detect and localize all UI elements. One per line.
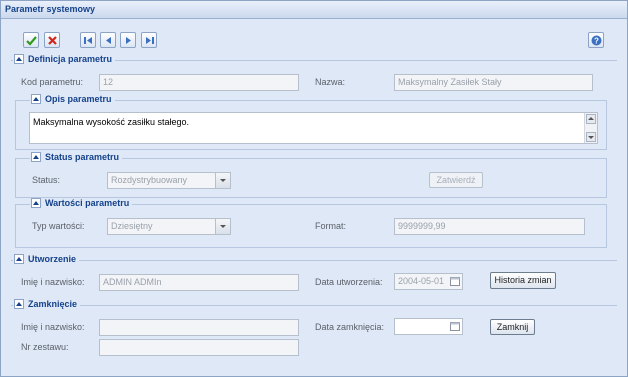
chevron-up-icon <box>16 57 22 61</box>
nazwa-field[interactable]: Maksymalny Zasiłek Stały <box>394 74 593 91</box>
help-icon: ? <box>591 35 602 46</box>
zamknij-button[interactable]: Zamknij <box>490 319 535 335</box>
data-zamkniecia-label: Data zamknięcia: <box>315 322 385 332</box>
format-label: Format: <box>315 221 347 231</box>
definicja-legend: Definicja parametru <box>13 54 116 64</box>
opis-legend: Opis parametru <box>30 94 115 104</box>
kod-parametru-label: Kod parametru: <box>21 77 84 87</box>
first-icon <box>84 37 92 44</box>
wartosci-legend: Wartości parametru <box>30 198 133 208</box>
x-icon <box>48 36 57 45</box>
data-zamkniecia-field[interactable] <box>394 318 463 335</box>
check-icon <box>26 36 37 46</box>
collapse-toggle[interactable] <box>31 152 41 162</box>
help-button[interactable]: ? <box>588 32 604 48</box>
typ-wartosci-select[interactable]: Dziesiętny <box>107 218 231 235</box>
collapse-toggle[interactable] <box>14 299 24 309</box>
svg-text:?: ? <box>594 37 599 46</box>
collapse-toggle[interactable] <box>14 254 24 264</box>
next-record-button[interactable] <box>120 32 136 48</box>
opis-textarea[interactable]: Maksymalna wysokość zasiłku stałego. <box>29 112 598 144</box>
zatwierdz-button[interactable]: Zatwierdź <box>429 172 483 188</box>
zamkniecie-legend: Zamknięcie <box>13 299 81 309</box>
save-button[interactable] <box>23 32 39 48</box>
historia-zmian-button[interactable]: Historia zmian <box>490 272 556 289</box>
status-fieldset: Status parametru <box>15 152 607 198</box>
scroll-up-button[interactable] <box>586 114 596 124</box>
status-select[interactable]: Rozdystrybuowany <box>107 172 231 189</box>
chevron-up-icon <box>33 155 39 159</box>
dropdown-button[interactable] <box>215 173 230 188</box>
title-bar: Parametr systemowy <box>1 1 627 19</box>
opis-text: Maksymalna wysokość zasiłku stałego. <box>33 117 190 127</box>
zamkniecie-fieldset: Zamknięcie <box>11 299 617 309</box>
arrow-down-icon <box>588 136 594 139</box>
prev-icon <box>106 37 111 44</box>
data-utworzenia-value: 2004-05-01 <box>398 276 445 286</box>
next-icon <box>126 37 131 44</box>
chevron-down-icon <box>220 225 226 228</box>
calendar-icon[interactable] <box>450 276 460 286</box>
chevron-up-icon <box>16 257 22 261</box>
chevron-up-icon <box>33 97 39 101</box>
chevron-up-icon <box>33 201 39 205</box>
utworzenie-imie-field[interactable]: ADMIN ADMIn <box>99 274 299 291</box>
format-field[interactable]: 9999999,99 <box>394 218 585 235</box>
kod-parametru-field[interactable]: 12 <box>99 74 299 91</box>
arrow-up-icon <box>588 117 594 120</box>
status-label: Status: <box>32 175 61 185</box>
utworzenie-legend: Utworzenie <box>13 254 80 264</box>
collapse-toggle[interactable] <box>31 94 41 104</box>
prev-record-button[interactable] <box>100 32 116 48</box>
nazwa-label: Nazwa: <box>315 77 346 87</box>
collapse-toggle[interactable] <box>31 198 41 208</box>
calendar-icon[interactable] <box>450 321 460 331</box>
typ-wartosci-label: Typ wartości: <box>32 221 85 231</box>
typ-wartosci-value: Dziesiętny <box>111 221 153 231</box>
zamkniecie-imie-label: Imię i nazwisko: <box>21 322 85 332</box>
utworzenie-fieldset: Utworzenie <box>11 254 617 264</box>
cancel-button[interactable] <box>44 32 60 48</box>
chevron-down-icon <box>220 179 226 182</box>
data-utworzenia-field[interactable]: 2004-05-01 <box>394 273 463 290</box>
data-utworzenia-label: Data utworzenia: <box>315 277 383 287</box>
parametr-window: Parametr systemowy ? Definicja parametru… <box>0 0 628 377</box>
last-icon <box>146 37 154 44</box>
last-record-button[interactable] <box>141 32 157 48</box>
utworzenie-imie-label: Imię i nazwisko: <box>21 277 85 287</box>
window-title: Parametr systemowy <box>5 4 96 14</box>
status-select-value: Rozdystrybuowany <box>111 175 188 185</box>
zamkniecie-imie-field[interactable] <box>99 319 299 336</box>
chevron-up-icon <box>16 302 22 306</box>
collapse-toggle[interactable] <box>14 54 24 64</box>
scroll-down-button[interactable] <box>586 132 596 142</box>
status-legend: Status parametru <box>30 152 123 162</box>
nr-zestawu-field[interactable] <box>99 339 299 356</box>
dropdown-button[interactable] <box>215 219 230 234</box>
nr-zestawu-label: Nr zestawu: <box>21 342 69 352</box>
opis-scrollbar[interactable] <box>584 113 597 143</box>
first-record-button[interactable] <box>80 32 96 48</box>
